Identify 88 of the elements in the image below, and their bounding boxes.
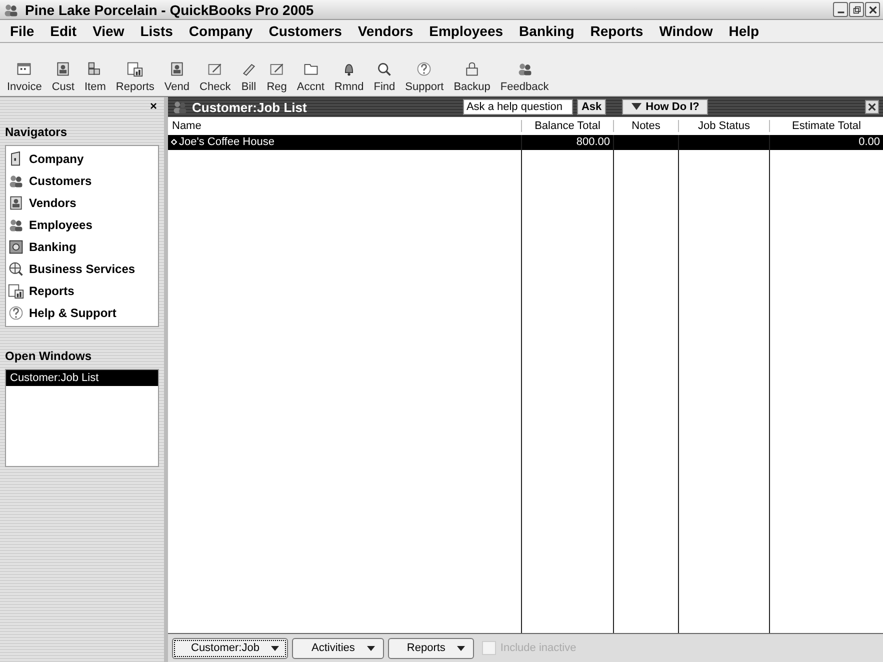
people-icon [8, 173, 24, 189]
section-heading: Open Windows [5, 349, 93, 363]
column-header[interactable]: Estimate Total [769, 120, 883, 132]
menu-item[interactable]: Window [651, 23, 721, 39]
toolbar-button[interactable]: Find [368, 61, 400, 93]
safe-icon [8, 239, 24, 255]
pen-icon [240, 61, 257, 77]
minimize-button[interactable] [833, 2, 848, 17]
toolbar-button[interactable]: Invoice [2, 61, 47, 93]
dropdown-button[interactable]: Customer:Job [172, 638, 288, 658]
menu-item[interactable]: Help [720, 23, 768, 39]
toolbar-button[interactable]: Item [79, 61, 111, 93]
navigator-item[interactable]: Help & Support [8, 302, 156, 324]
navigator-item[interactable]: Employees [8, 214, 156, 236]
help-search-field[interactable]: Ask a help question [463, 99, 574, 115]
column-header[interactable]: Balance Total [521, 120, 613, 132]
pencil-icon [268, 61, 285, 77]
menu-item[interactable]: Reports [582, 23, 652, 39]
globe-icon [8, 261, 24, 277]
window-title: Pine Lake Porcelain - QuickBooks Pro 2005 [25, 2, 315, 18]
person-icon [55, 61, 72, 77]
menu-item[interactable]: Edit [42, 23, 85, 39]
question-icon [416, 61, 432, 77]
lock-icon [464, 61, 480, 77]
menu-item[interactable]: Company [180, 23, 261, 39]
caret-icon [457, 646, 466, 650]
menu-item[interactable]: View [84, 23, 132, 39]
caret-icon [271, 646, 280, 650]
calendar-icon [16, 61, 32, 77]
navigator-item[interactable]: Business Services [8, 258, 156, 280]
chart-icon [8, 283, 24, 299]
person-icon [8, 195, 24, 211]
toolbar-button[interactable]: Feedback [495, 61, 554, 93]
question-icon [8, 305, 24, 321]
people-icon [8, 217, 24, 233]
menu-item[interactable]: File [2, 23, 42, 39]
dropdown-button[interactable]: Reports [388, 638, 474, 658]
table-cell: 0.00 [858, 136, 880, 148]
caret-icon [630, 103, 642, 111]
menu-item[interactable]: Banking [511, 23, 582, 39]
table-cell: Joe's Coffee House [179, 136, 274, 148]
toolbar-button[interactable]: Reports [110, 61, 160, 93]
navigator-item[interactable]: Customers [8, 170, 156, 192]
toolbar-button[interactable]: Check [194, 61, 236, 93]
menu-item[interactable]: Employees [421, 23, 512, 39]
table-row[interactable]: Joe's Coffee House 800.00 0.00 [168, 135, 883, 150]
menu-item[interactable]: Customers [260, 23, 350, 39]
toolbar-button[interactable]: Support [400, 61, 449, 93]
close-icon [868, 6, 876, 14]
person-icon [168, 61, 185, 77]
menu-item[interactable]: Vendors [350, 23, 422, 39]
section-heading: Navigators [5, 125, 68, 139]
caret-icon [366, 646, 375, 650]
menu-item[interactable]: Lists [132, 23, 181, 39]
toolbar-button[interactable]: Rmnd [329, 61, 369, 93]
dropdown-button[interactable]: Activities [292, 638, 384, 658]
toolbar-button[interactable]: Accnt [292, 61, 330, 93]
navigator-item[interactable]: Vendors [8, 192, 156, 214]
close-button[interactable] [865, 2, 880, 17]
pencil-icon [207, 61, 224, 77]
table-cell: 800.00 [576, 136, 610, 148]
toolbar-button[interactable]: Cust [46, 61, 80, 93]
toolbar-button[interactable]: Reg [262, 61, 292, 93]
navigator-item[interactable]: Reports [8, 280, 156, 302]
column-header[interactable]: Notes [613, 120, 678, 132]
people-icon [3, 2, 19, 18]
toolbar-button[interactable]: Backup [448, 61, 496, 93]
list-title: Customer:Job List [192, 100, 307, 114]
how-do-i-button[interactable]: How Do I? [622, 99, 708, 115]
folder-icon [302, 61, 319, 77]
column-header[interactable]: Name [168, 120, 521, 132]
toolbar-button[interactable]: Vend [159, 61, 195, 93]
close-button[interactable]: × [148, 99, 159, 113]
close-button[interactable] [865, 100, 879, 114]
diamond-icon [171, 139, 177, 146]
navigator-item[interactable]: Company [8, 148, 156, 170]
magnifier-icon [376, 61, 392, 77]
people-icon [516, 61, 533, 77]
open-window-item[interactable]: Customer:Job List [6, 370, 158, 386]
ask-button[interactable]: Ask [577, 99, 606, 115]
people-icon [172, 99, 188, 115]
toolbar-button[interactable]: Bill [236, 61, 262, 93]
column-header[interactable]: Job Status [678, 120, 769, 132]
restore-button[interactable] [849, 2, 864, 17]
navigator-item[interactable]: Banking [8, 236, 156, 258]
restore-icon [852, 6, 860, 14]
close-icon [868, 103, 876, 111]
chart-icon [127, 61, 144, 77]
